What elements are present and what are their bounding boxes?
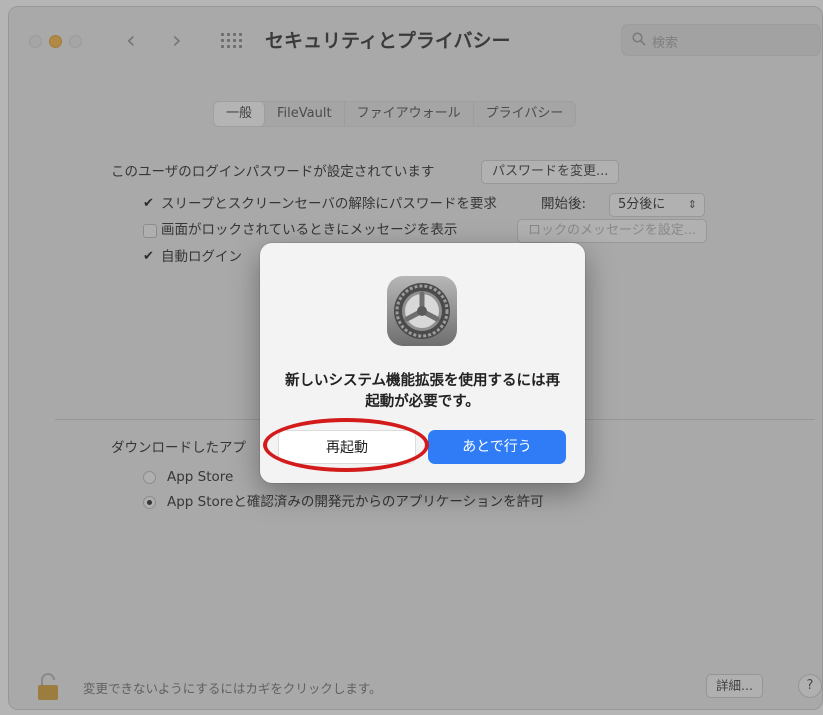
restart-highlight-circle <box>263 418 429 472</box>
system-preferences-gear-icon <box>387 276 457 346</box>
later-button[interactable]: あとで行う <box>428 430 566 464</box>
dialog-message: 新しいシステム機能拡張を使用するには再起動が必要です。 <box>284 373 561 410</box>
